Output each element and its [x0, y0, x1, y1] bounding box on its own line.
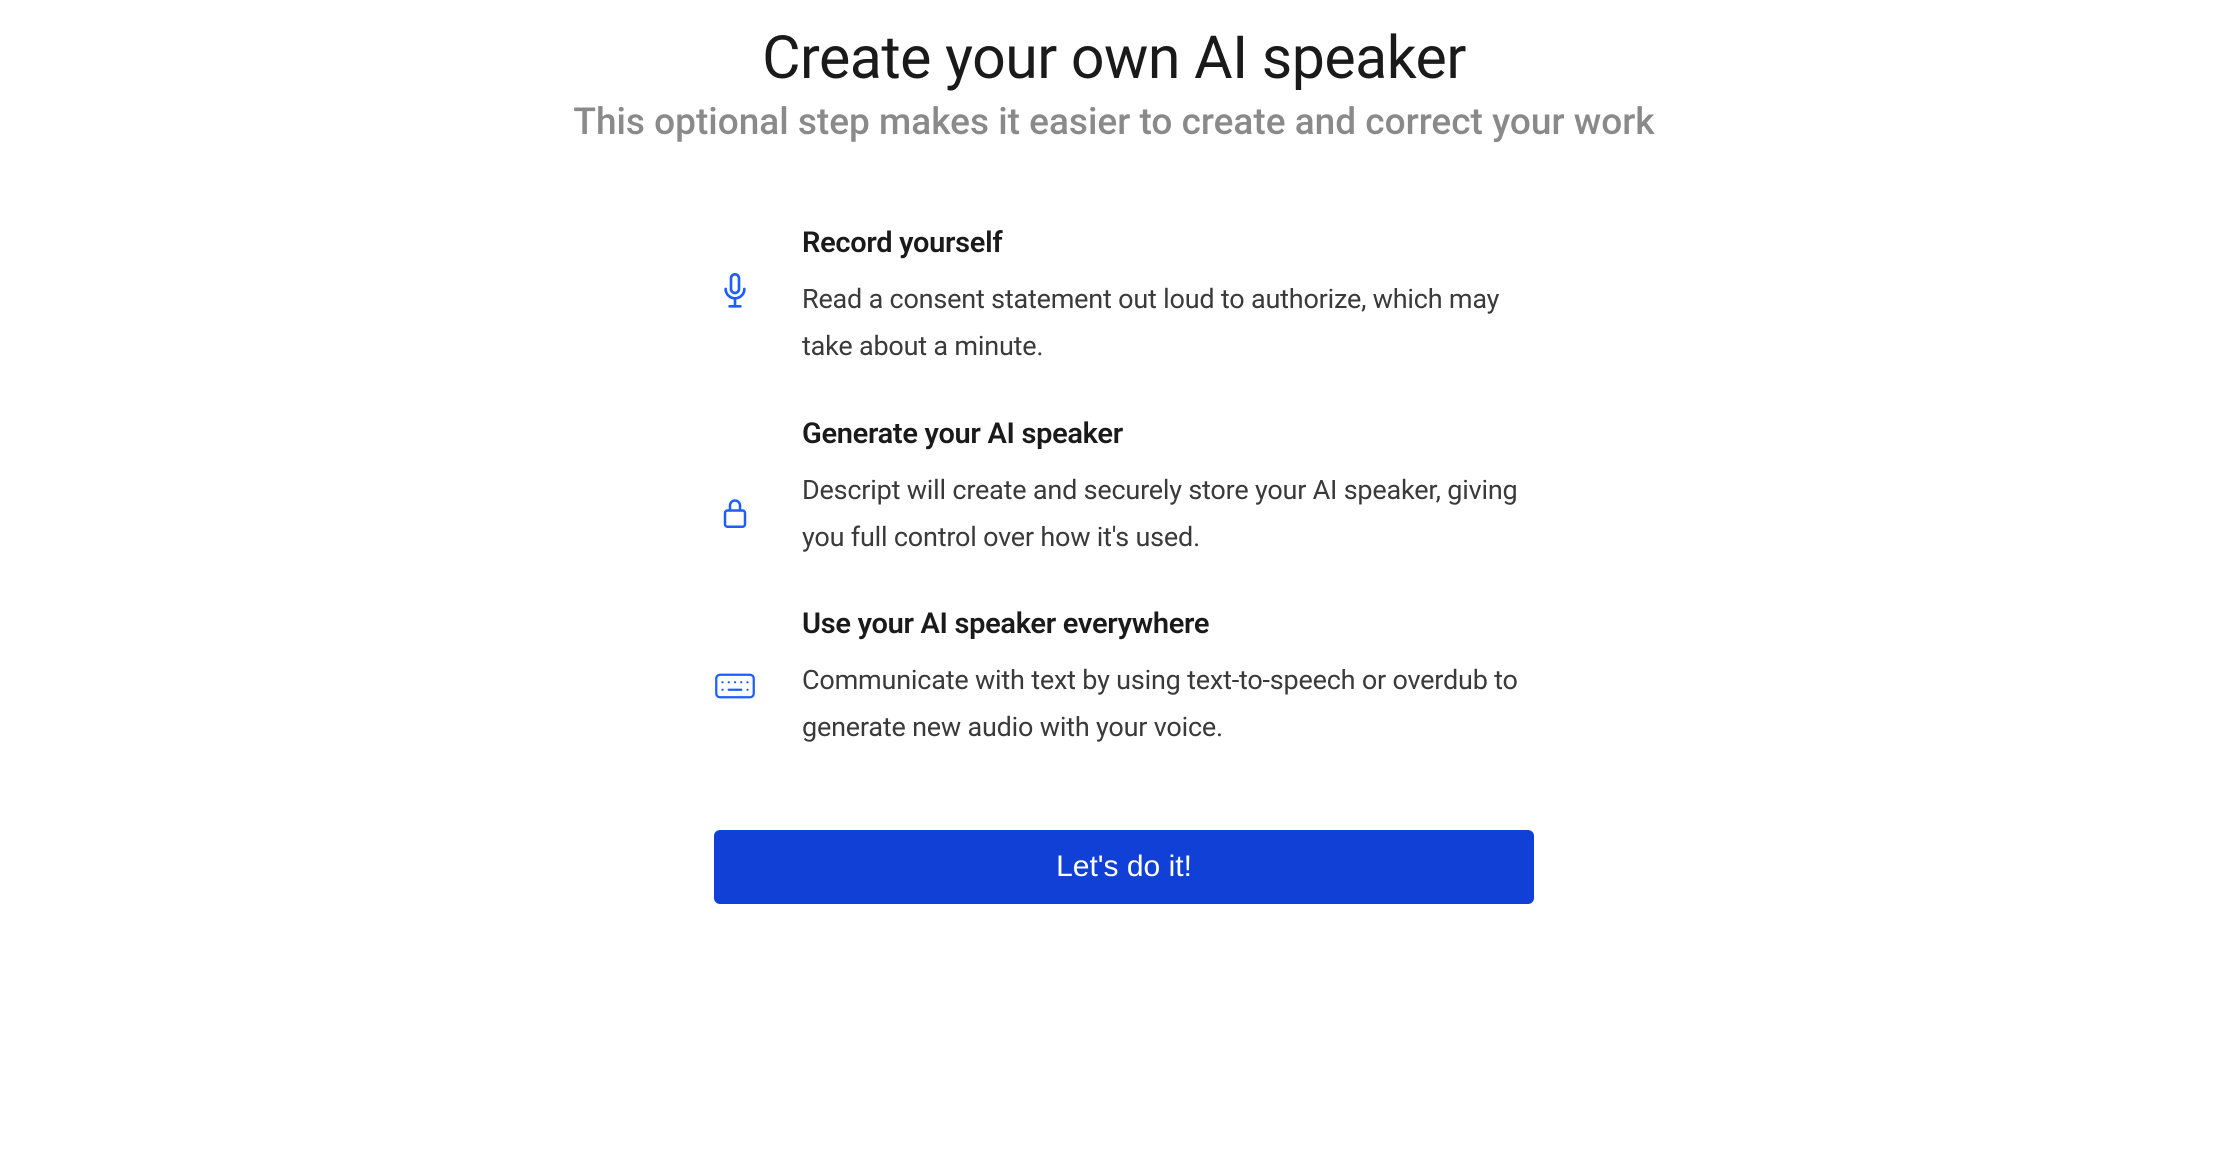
page-title: Create your own AI speaker	[762, 24, 1466, 93]
step-content: Record yourself Read a consent statement…	[802, 226, 1534, 371]
lock-icon	[714, 417, 756, 531]
step-use: Use your AI speaker everywhere Communica…	[714, 607, 1534, 752]
microphone-icon	[714, 226, 756, 314]
step-description: Read a consent statement out loud to aut…	[802, 276, 1534, 371]
step-description: Communicate with text by using text-to-s…	[802, 657, 1534, 752]
step-content: Generate your AI speaker Descript will c…	[802, 417, 1534, 562]
page-subtitle: This optional step makes it easier to cr…	[573, 101, 1654, 144]
lets-do-it-button[interactable]: Let's do it!	[714, 830, 1534, 904]
steps-list: Record yourself Read a consent statement…	[714, 226, 1534, 752]
step-title: Generate your AI speaker	[802, 417, 1534, 451]
step-description: Descript will create and securely store …	[802, 467, 1534, 562]
step-content: Use your AI speaker everywhere Communica…	[802, 607, 1534, 752]
step-title: Use your AI speaker everywhere	[802, 607, 1534, 641]
keyboard-icon	[714, 607, 756, 699]
step-record: Record yourself Read a consent statement…	[714, 226, 1534, 371]
step-title: Record yourself	[802, 226, 1534, 260]
step-generate: Generate your AI speaker Descript will c…	[714, 417, 1534, 562]
